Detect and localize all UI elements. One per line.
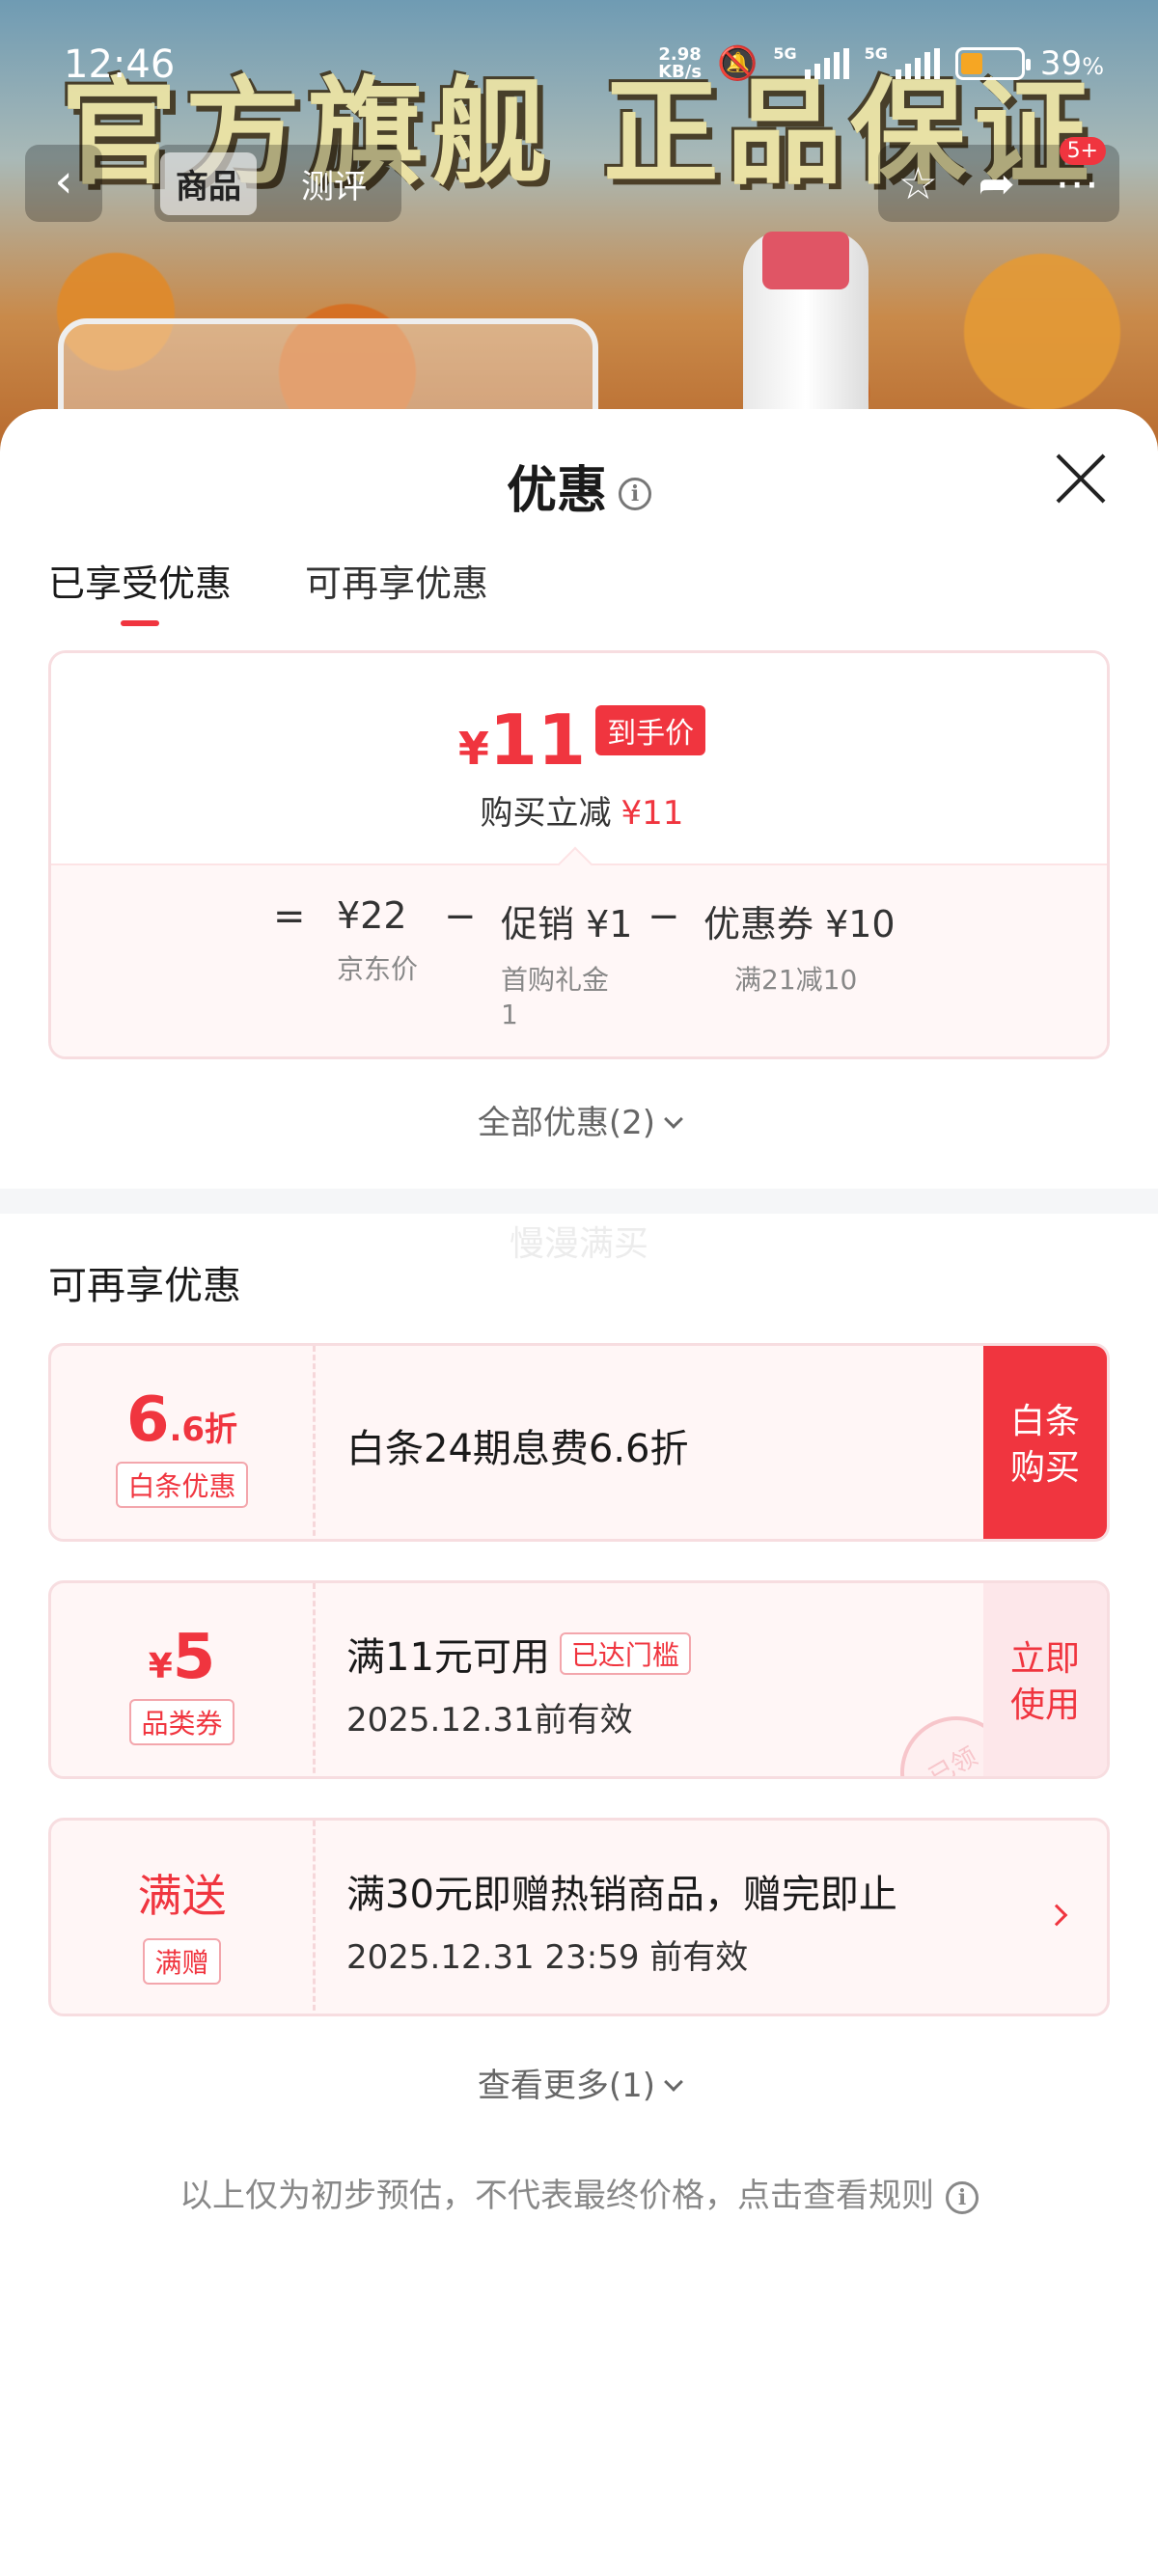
coupon-value: ¥5 bbox=[148, 1622, 216, 1693]
network-speed-unit: KB/s bbox=[658, 62, 703, 82]
close-icon[interactable] bbox=[1052, 450, 1110, 507]
promo-label: 首购礼金 1 bbox=[501, 964, 610, 1030]
coupon-expiry: 2025.12.31 23:59 前有效 bbox=[346, 1937, 749, 1977]
tab-enjoyed-discounts[interactable]: 已享受优惠 bbox=[48, 554, 232, 626]
minus-sign: − bbox=[444, 894, 477, 939]
coupon-card-baitiao[interactable]: 6.6折 白条优惠 白条24期息费6.6折 白条 购买 bbox=[48, 1343, 1110, 1542]
coupon-card-category[interactable]: ¥5 品类券 满11元可用 已达门槛 2025.12.31前有效 已领 立即 使用 bbox=[48, 1580, 1110, 1779]
battery-percent: 39% bbox=[1039, 44, 1104, 83]
chevron-down-icon bbox=[664, 2072, 683, 2092]
disclaimer-text: 以上仅为初步预估，不代表最终价格，点击查看规则 bbox=[179, 2177, 934, 2215]
signal-label-2: 5G bbox=[864, 44, 888, 63]
coupon-tag: 品类券 bbox=[129, 1699, 234, 1745]
instant-discount: 购买立减 ¥11 bbox=[51, 786, 1107, 834]
instant-discount-label: 购买立减 bbox=[480, 794, 612, 833]
use-now-button[interactable]: 立即 使用 bbox=[983, 1583, 1107, 1776]
coupon-description: 满11元可用 已达门槛 2025.12.31前有效 bbox=[346, 1583, 691, 1776]
network-speed: 2.98 KB/s bbox=[658, 46, 702, 81]
mute-icon: 🔕 bbox=[717, 44, 758, 83]
jd-price-item: ¥22 京东价 bbox=[337, 894, 418, 987]
discount-tabs: 已享受优惠 可再享优惠 bbox=[48, 554, 488, 626]
coupon-title: 白条24期息费6.6折 bbox=[346, 1427, 689, 1471]
coupon-description: 白条24期息费6.6折 bbox=[346, 1346, 689, 1539]
coupon-value-area: ¥5 品类券 bbox=[51, 1583, 316, 1776]
equals-sign: = bbox=[273, 894, 306, 939]
status-bar: 12:46 2.98 KB/s 🔕 5G 5G 39% bbox=[0, 39, 1158, 96]
price-calculation: = ¥22 京东价 − 促销 ¥1 首购礼金 1 − 优惠券 ¥10 满21减10 bbox=[51, 894, 1107, 1030]
signal-icon bbox=[804, 48, 849, 79]
coupon-tag: 满赠 bbox=[143, 1938, 221, 1985]
tab-more-discounts[interactable]: 可再享优惠 bbox=[305, 554, 488, 626]
sheet-title: 优惠 i bbox=[0, 450, 1158, 522]
final-price: ¥11 到手价 bbox=[51, 699, 1107, 781]
tab-review[interactable]: 测评 bbox=[286, 152, 382, 215]
chevron-down-icon bbox=[664, 1110, 683, 1129]
share-icon[interactable]: ➦ bbox=[978, 157, 1015, 209]
signal-icon-2 bbox=[895, 48, 940, 79]
chevron-right-icon[interactable] bbox=[1045, 1904, 1068, 1927]
coupon-value-area: 6.6折 白条优惠 bbox=[51, 1346, 316, 1539]
coupon-value: 满送 bbox=[137, 1870, 227, 1922]
all-discounts-label: 全部优惠(2) bbox=[477, 1104, 656, 1142]
coupon-value-area: 满送 满赠 bbox=[51, 1821, 316, 2014]
coupon-item: 优惠券 ¥10 满21减10 bbox=[703, 894, 896, 998]
sheet-title-text: 优惠 bbox=[506, 462, 607, 520]
baitiao-buy-button[interactable]: 白条 购买 bbox=[983, 1346, 1107, 1539]
battery-icon bbox=[954, 47, 1031, 80]
coupon-title: 满11元可用 已达门槛 bbox=[346, 1626, 691, 1682]
signal-label-1: 5G bbox=[773, 44, 797, 63]
see-more-label: 查看更多(1) bbox=[477, 2067, 656, 2105]
more-discounts-title: 可再享优惠 bbox=[48, 1264, 241, 1308]
price-summary-card: ¥11 到手价 购买立减 ¥11 = ¥22 京东价 − 促销 ¥1 首购礼金 1 − bbox=[48, 650, 1110, 1059]
currency-symbol: ¥ bbox=[457, 723, 489, 775]
info-icon: i bbox=[946, 2180, 979, 2214]
product-nav-bar: ‹ 商品 测评 ☆ ➦ ⋯ 5+ bbox=[0, 137, 1158, 222]
instant-discount-value: ¥11 bbox=[620, 794, 684, 833]
promo-item: 促销 ¥1 首购礼金 1 bbox=[501, 894, 632, 1032]
jd-price-value: ¥22 bbox=[337, 894, 407, 937]
section-divider bbox=[0, 1189, 1158, 1214]
coupon-description: 满30元即赠热销商品，赠完即止 2025.12.31 23:59 前有效 bbox=[346, 1821, 897, 2014]
product-bottle-cap bbox=[762, 232, 849, 289]
promo-value: 促销 ¥1 bbox=[501, 903, 633, 945]
nav-tabs: 商品 测评 bbox=[154, 145, 401, 222]
discount-sheet: 优惠 i 已享受优惠 可再享优惠 ¥11 到手价 购买立减 ¥11 = ¥22 京东价… bbox=[0, 409, 1158, 2576]
more-icon[interactable]: ⋯ bbox=[1055, 157, 1099, 209]
coupon-value: 6.6折 bbox=[125, 1384, 238, 1456]
tab-product[interactable]: 商品 bbox=[160, 151, 257, 215]
final-price-value: 11 bbox=[488, 699, 587, 781]
coupon-card-gift[interactable]: 满送 满赠 满30元即赠热销商品，赠完即止 2025.12.31 23:59 前… bbox=[48, 1818, 1110, 2016]
jd-price-label: 京东价 bbox=[337, 953, 419, 985]
status-time: 12:46 bbox=[64, 42, 176, 87]
status-icons: 2.98 KB/s 🔕 5G 5G 39% bbox=[658, 44, 1104, 83]
final-price-tag: 到手价 bbox=[595, 705, 706, 755]
coupon-label: 满21减10 bbox=[734, 964, 858, 996]
coupon-tag: 白条优惠 bbox=[116, 1462, 248, 1508]
sheet-header: 优惠 i bbox=[0, 409, 1158, 554]
coupon-value: 优惠券 ¥10 bbox=[703, 903, 896, 945]
coupon-expiry: 2025.12.31前有效 bbox=[346, 1700, 633, 1740]
star-icon[interactable]: ☆ bbox=[898, 157, 938, 209]
minus-sign: − bbox=[648, 894, 680, 939]
info-icon[interactable]: i bbox=[619, 478, 651, 510]
price-disclaimer[interactable]: 以上仅为初步预估，不代表最终价格，点击查看规则 i bbox=[0, 2169, 1158, 2216]
price-breakdown: = ¥22 京东价 − 促销 ¥1 首购礼金 1 − 优惠券 ¥10 满21减10 bbox=[51, 863, 1107, 1056]
see-more-toggle[interactable]: 查看更多(1) bbox=[0, 2059, 1158, 2106]
final-price-area: ¥11 到手价 购买立减 ¥11 bbox=[51, 653, 1107, 863]
threshold-reached-badge: 已达门槛 bbox=[559, 1631, 691, 1675]
nav-actions: ☆ ➦ ⋯ 5+ bbox=[878, 137, 1119, 222]
coupon-title: 满30元即赠热销商品，赠完即止 bbox=[346, 1872, 897, 1917]
chevron-left-icon[interactable]: ‹ bbox=[25, 145, 102, 222]
all-discounts-toggle[interactable]: 全部优惠(2) bbox=[0, 1096, 1158, 1143]
message-badge: 5+ bbox=[1059, 137, 1106, 165]
